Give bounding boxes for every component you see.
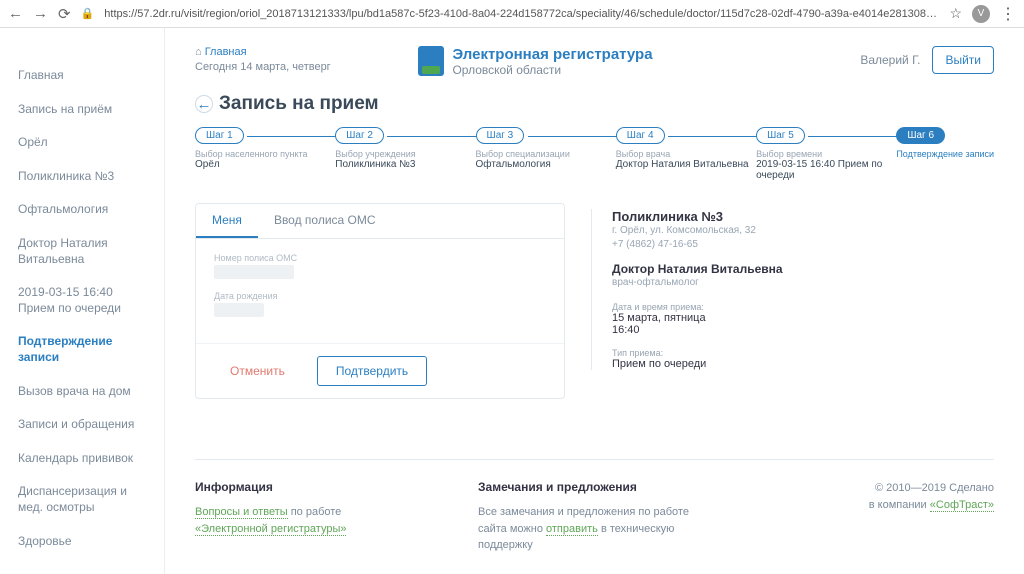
home-icon[interactable]: ⌂ — [195, 46, 205, 58]
step-chip: Шаг 1 — [195, 127, 244, 144]
step[interactable]: Шаг 4 Выбор врачаДоктор Наталия Витальевн… — [616, 127, 756, 170]
dob-value — [214, 303, 264, 317]
breadcrumb: ⌂ Главная — [195, 46, 331, 58]
datetime-label: Дата и время приема: — [612, 302, 994, 312]
back-icon[interactable]: ← — [8, 5, 23, 22]
brand-title: Электронная регистратура — [452, 46, 652, 63]
reload-icon[interactable]: ⟳ — [58, 5, 71, 23]
step: Шаг 6 Подтверждение записи — [896, 127, 994, 159]
browser-toolbar: ← → ⟳ 🔒 https://57.2dr.ru/visit/region/o… — [0, 0, 1024, 28]
user-name: Валерий Г. — [860, 53, 920, 67]
sidebar-item[interactable]: Записи и обращения — [18, 417, 152, 433]
logout-button[interactable]: Выйти — [932, 46, 994, 74]
step-label: Выбор учреждения — [335, 149, 475, 159]
page-title: ← Запись на прием — [195, 93, 994, 115]
brand: Электронная регистратура Орловской облас… — [418, 46, 652, 77]
footer-feedback-title: Замечания и предложения — [478, 480, 711, 494]
step-wizard: Шаг 1 Выбор населенного пунктаОрёл Шаг 2 Вы… — [195, 127, 994, 181]
step[interactable]: Шаг 3 Выбор специализацииОфтальмология — [476, 127, 616, 170]
step-label: Выбор врача — [616, 149, 756, 159]
breadcrumb-home[interactable]: Главная — [205, 46, 247, 58]
step-chip: Шаг 4 — [616, 127, 665, 144]
menu-icon[interactable]: ⋮ — [1000, 4, 1016, 24]
footer: Информация Вопросы и ответы по работе «Э… — [195, 459, 994, 554]
step-chip: Шаг 6 — [896, 127, 945, 144]
step-label: Подтверждение записи — [896, 149, 994, 159]
sidebar-item[interactable]: Доктор Наталия Витальевна — [18, 236, 152, 267]
clinic-name: Поликлиника №3 — [612, 209, 994, 224]
appointment-time: 16:40 — [612, 324, 994, 336]
sidebar-item[interactable]: Поликлиника №3 — [18, 169, 152, 185]
confirm-card: МеняВвод полиса ОМС Номер полиса ОМС Дат… — [195, 203, 565, 399]
oms-label: Номер полиса ОМС — [214, 253, 546, 263]
dob-label: Дата рождения — [214, 291, 546, 301]
sidebar-item[interactable]: Здоровье — [18, 534, 152, 550]
step-label: Выбор времени — [756, 149, 896, 159]
footer-info-title: Информация — [195, 480, 428, 494]
type-value: Прием по очереди — [612, 358, 994, 370]
lock-icon: 🔒 — [81, 7, 95, 20]
step-value: Поликлиника №3 — [335, 159, 475, 170]
confirm-button[interactable]: Подтвердить — [317, 356, 427, 386]
step-value: Орёл — [195, 159, 335, 170]
sidebar-item[interactable]: Главная — [18, 68, 152, 84]
step-label: Выбор специализации — [476, 149, 616, 159]
step-chip: Шаг 3 — [476, 127, 525, 144]
card-tabs: МеняВвод полиса ОМС — [196, 204, 564, 239]
step-chip: Шаг 5 — [756, 127, 805, 144]
today-date: Сегодня 14 марта, четверг — [195, 61, 331, 73]
sidebar-item[interactable]: Диспансеризация и мед. осмотры — [18, 484, 152, 515]
step-value: Офтальмология — [476, 159, 616, 170]
faq-link[interactable]: Вопросы и ответы — [195, 506, 288, 519]
cancel-button[interactable]: Отменить — [214, 356, 301, 386]
forward-icon[interactable]: → — [33, 5, 48, 22]
step[interactable]: Шаг 1 Выбор населенного пунктаОрёл — [195, 127, 335, 170]
doctor-spec: врач-офтальмолог — [612, 276, 994, 290]
step-chip: Шаг 2 — [335, 127, 384, 144]
sidebar-item[interactable]: Запись на приём — [18, 102, 152, 118]
doctor-name: Доктор Наталия Витальевна — [612, 262, 994, 276]
step-label: Выбор населенного пункта — [195, 149, 335, 159]
appointment-date: 15 марта, пятница — [612, 312, 994, 324]
company-link[interactable]: «СофТраст» — [930, 499, 994, 512]
sidebar-item[interactable]: 2019-03-15 16:40 Прием по очереди — [18, 285, 152, 316]
appointment-details: Поликлиника №3 г. Орёл, ул. Комсомольска… — [591, 209, 994, 370]
logo-icon — [418, 46, 444, 76]
sidebar: Главная Запись на приём Орёл Поликлиника №3… — [0, 28, 165, 574]
registry-link[interactable]: «Электронной регистратуры» — [195, 523, 346, 536]
send-feedback-link[interactable]: отправить — [546, 523, 598, 536]
back-arrow-icon[interactable]: ← — [195, 95, 213, 113]
brand-region: Орловской области — [452, 63, 652, 77]
oms-value — [214, 265, 294, 279]
sidebar-item[interactable]: Подтверждение записи — [18, 334, 152, 365]
tab[interactable]: Меня — [196, 204, 258, 238]
profile-avatar[interactable]: V — [972, 5, 990, 23]
sidebar-item[interactable]: Орёл — [18, 135, 152, 151]
bookmark-icon[interactable]: ☆ — [949, 5, 962, 22]
step[interactable]: Шаг 2 Выбор учрежденияПоликлиника №3 — [335, 127, 475, 170]
step-value: Доктор Наталия Витальевна — [616, 159, 756, 170]
clinic-phone: +7 (4862) 47-16-65 — [612, 238, 994, 252]
step[interactable]: Шаг 5 Выбор времени2019-03-15 16:40 Прием… — [756, 127, 896, 181]
tab[interactable]: Ввод полиса ОМС — [258, 204, 392, 238]
address-bar[interactable]: https://57.2dr.ru/visit/region/oriol_201… — [104, 8, 939, 20]
clinic-address: г. Орёл, ул. Комсомольская, 32 — [612, 224, 994, 238]
sidebar-item[interactable]: Офтальмология — [18, 202, 152, 218]
sidebar-item[interactable]: Календарь прививок — [18, 451, 152, 467]
sidebar-item[interactable]: Вызов врача на дом — [18, 384, 152, 400]
type-label: Тип приема: — [612, 348, 994, 358]
step-value: 2019-03-15 16:40 Прием по очереди — [756, 159, 896, 181]
